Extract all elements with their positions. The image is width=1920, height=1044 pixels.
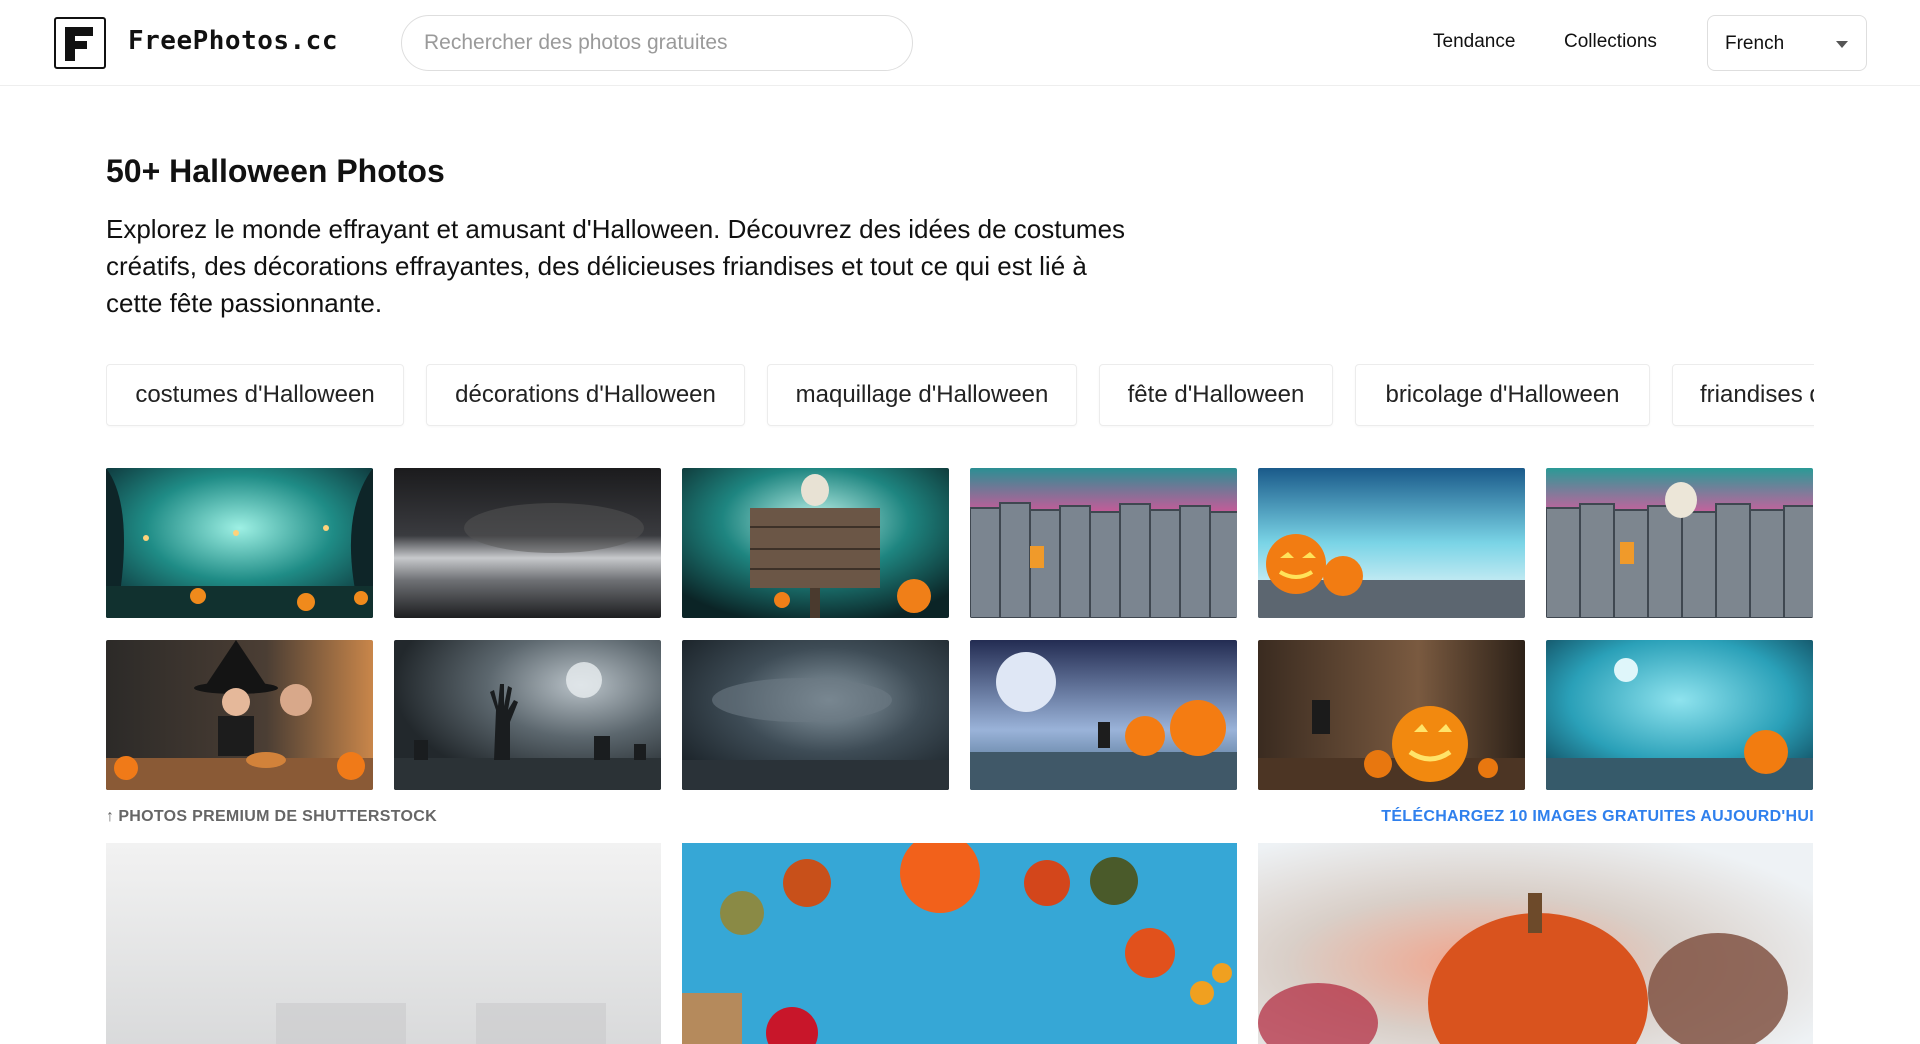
photo-thumbnail[interactable] <box>1258 640 1525 790</box>
premium-source-label: PHOTOS PREMIUM DE SHUTTERSTOCK <box>118 808 437 825</box>
photo-card[interactable] <box>1258 843 1813 1044</box>
tag-chip-decorations[interactable]: décorations d'Halloween <box>426 364 745 426</box>
page-title: 50+ Halloween Photos <box>106 153 445 189</box>
language-selected-value: French <box>1725 33 1785 54</box>
tag-chip-treats[interactable]: friandises d'Halloween <box>1672 364 1814 426</box>
site-header: FreePhotos.cc Tendance Collections Frenc… <box>0 0 1920 86</box>
photo-thumbnail[interactable] <box>1546 468 1813 618</box>
tag-chip-makeup[interactable]: maquillage d'Halloween <box>767 364 1077 426</box>
photo-thumbnail[interactable] <box>106 640 373 790</box>
photo-card[interactable] <box>682 843 1237 1044</box>
photo-thumbnail[interactable] <box>970 468 1237 618</box>
related-tags: costumes d'Halloween décorations d'Hallo… <box>106 364 1814 428</box>
page-description: Explorez le monde effrayant et amusant d… <box>106 214 1126 318</box>
photo-thumbnail[interactable] <box>1546 640 1813 790</box>
tag-chip-costumes[interactable]: costumes d'Halloween <box>106 364 404 426</box>
search-input[interactable] <box>401 15 913 71</box>
nav-collections-link[interactable]: Collections <box>1564 31 1657 53</box>
photo-thumbnail[interactable] <box>682 468 949 618</box>
language-select[interactable]: French <box>1707 15 1867 71</box>
nav-trending-link[interactable]: Tendance <box>1433 31 1515 53</box>
brand-name[interactable]: FreePhotos.cc <box>128 26 338 56</box>
tag-chip-party[interactable]: fête d'Halloween <box>1099 364 1333 426</box>
photo-card[interactable] <box>106 843 661 1044</box>
photo-thumbnail[interactable] <box>106 468 373 618</box>
arrow-up-icon: ↑ <box>106 808 115 825</box>
freephotos-logo-icon[interactable] <box>54 17 106 69</box>
photo-thumbnail[interactable] <box>394 468 661 618</box>
photo-thumbnail[interactable] <box>682 640 949 790</box>
tag-chip-diy[interactable]: bricolage d'Halloween <box>1355 364 1650 426</box>
premium-source-note: ↑ PHOTOS PREMIUM DE SHUTTERSTOCK <box>106 808 437 826</box>
download-free-images-link[interactable]: TÉLÉCHARGEZ 10 IMAGES GRATUITES AUJOURD'… <box>1381 808 1814 826</box>
photo-thumbnail[interactable] <box>394 640 661 790</box>
photo-thumbnail[interactable] <box>1258 468 1525 618</box>
chevron-down-icon <box>1836 41 1848 48</box>
photo-thumbnail[interactable] <box>970 640 1237 790</box>
